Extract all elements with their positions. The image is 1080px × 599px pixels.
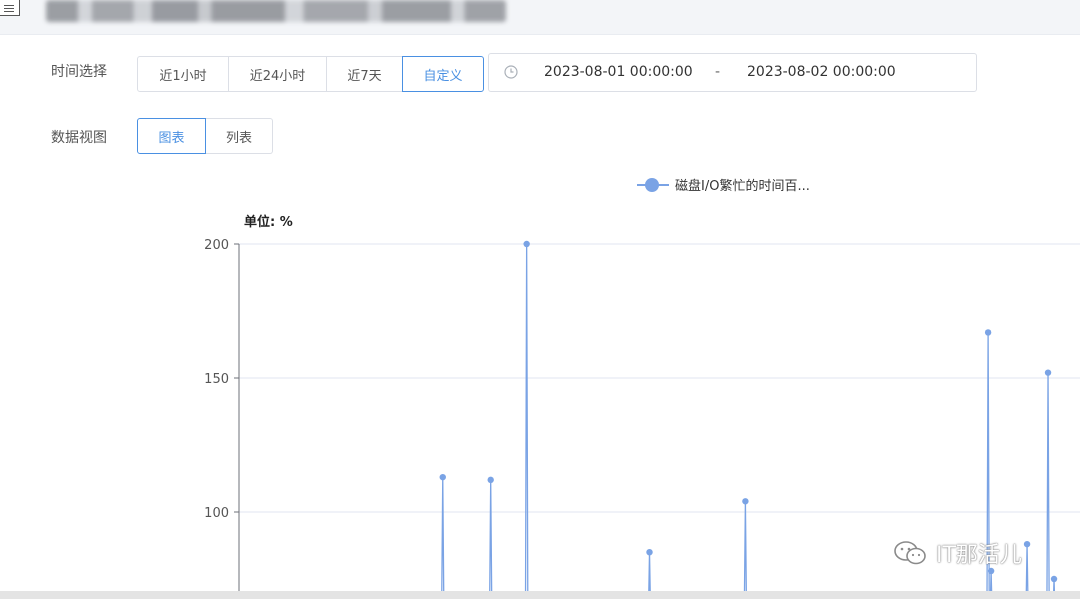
data-point[interactable] [742,498,749,505]
y-tick-label-200: 200 [204,238,229,253]
watermark-text: IT那活儿 [936,543,1022,568]
disk-io-chart: 100 150 200 [204,238,1080,599]
data-point[interactable] [1044,369,1052,376]
data-point[interactable] [1023,540,1031,548]
data-point[interactable] [523,240,530,248]
series-spike-line [1046,372,1050,599]
chart-y-ticks: 100 150 200 [204,238,239,521]
data-point[interactable] [439,473,446,481]
horizontal-scrollbar[interactable] [0,591,1080,599]
data-point[interactable] [487,476,494,484]
y-tick-label-150: 150 [204,372,229,387]
wechat-icon [894,541,926,565]
watermark: IT那活儿 [892,537,1022,569]
series-spike-line [743,501,748,599]
data-point[interactable] [1050,575,1058,583]
series-spike-line [441,477,445,599]
series-spike-line [489,479,493,599]
y-tick-label-100: 100 [204,506,229,521]
chart-gridlines [239,243,1080,513]
data-point[interactable] [646,549,653,556]
series-spike-line [524,243,529,599]
data-point[interactable] [984,329,992,336]
